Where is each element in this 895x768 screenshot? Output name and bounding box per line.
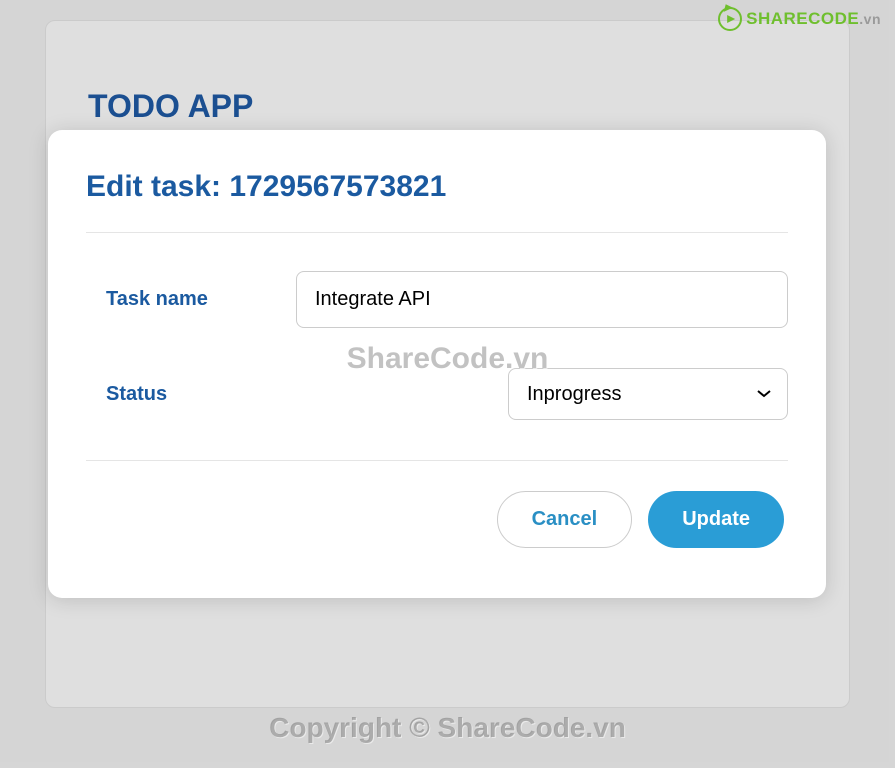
modal-title-prefix: Edit task: [86,170,229,203]
modal-divider [86,460,788,461]
status-row: Status Inprogress [86,368,788,420]
cancel-button[interactable]: Cancel [497,491,633,548]
app-title: TODO APP [88,88,253,125]
status-select[interactable]: Inprogress [508,368,788,420]
modal-title: Edit task: 1729567573821 [86,170,788,233]
status-select-wrap: Inprogress [296,368,788,420]
sharecode-logo: SHARECODE.vn [718,7,881,31]
task-name-input[interactable] [296,271,788,328]
update-button[interactable]: Update [648,491,784,548]
logo-icon [718,7,742,31]
logo-brand-suffix: .vn [859,11,881,27]
modal-task-id: 1729567573821 [229,170,446,203]
edit-task-modal: Edit task: 1729567573821 Task name Statu… [48,130,826,598]
task-name-row: Task name [86,271,788,328]
copyright-footer: Copyright © ShareCode.vn [269,712,626,744]
modal-actions: Cancel Update [86,491,788,548]
logo-brand-main: SHARECODE [746,9,859,28]
status-label: Status [106,383,296,406]
task-name-label: Task name [106,288,296,311]
logo-text: SHARECODE.vn [746,9,881,29]
